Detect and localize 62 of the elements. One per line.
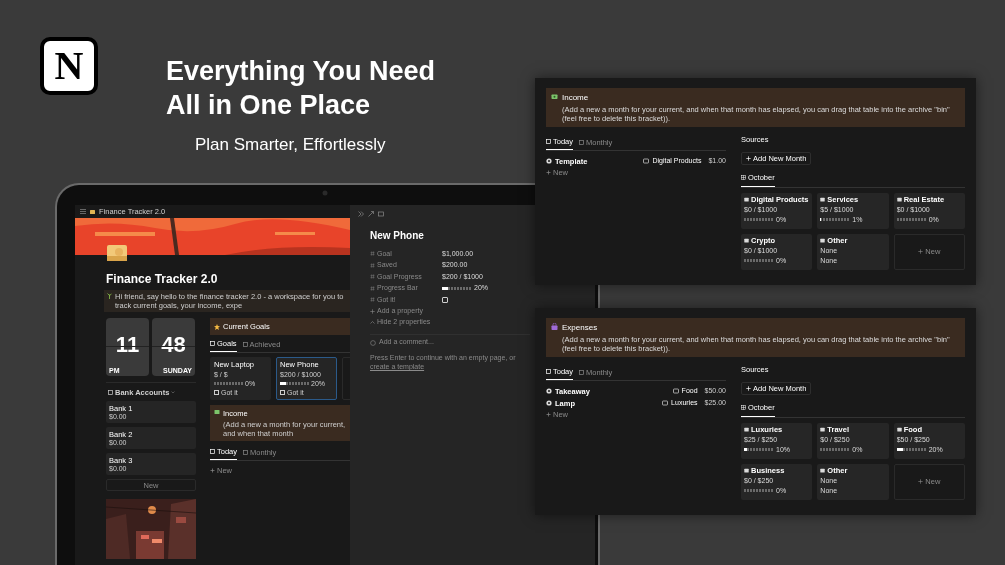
table-icon: [579, 369, 584, 375]
headline: All in One Place: [166, 89, 372, 122]
money-icon: [106, 242, 128, 264]
plus-icon: [546, 412, 551, 418]
panel-icon: [378, 211, 384, 217]
table-icon: [579, 139, 584, 145]
property-icon: [370, 274, 375, 280]
category-icon: [744, 196, 749, 202]
table-icon: [546, 369, 551, 375]
plus-icon: [918, 249, 924, 254]
category-icon: [820, 196, 826, 202]
property-icon: [370, 262, 375, 268]
page-title: Finance Tracker 2.0: [106, 273, 219, 285]
collapse-icon: [358, 211, 364, 217]
subheadline: Plan Smarter, Effortlessly: [195, 134, 386, 156]
plus-icon: [746, 156, 751, 162]
gallery-icon: [741, 405, 746, 411]
expand-icon: [368, 211, 374, 217]
gallery-icon: [741, 175, 746, 181]
property-icon: [370, 297, 375, 303]
table-icon: [210, 341, 215, 347]
plus-icon: [370, 308, 375, 314]
plus-icon: [918, 479, 924, 484]
checkbox[interactable]: [442, 296, 448, 303]
table-icon: [546, 139, 551, 145]
category-icon: [744, 467, 749, 473]
category-icon: [744, 237, 749, 243]
money-icon: [214, 408, 220, 415]
logo: N: [40, 37, 98, 95]
camera-icon: [322, 190, 328, 196]
category-icon: [820, 237, 826, 243]
plus-icon: [746, 386, 751, 392]
checkbox[interactable]: [214, 389, 219, 395]
table-icon: [210, 449, 215, 455]
bag-icon: [551, 323, 558, 330]
callout-title: Expenses: [562, 322, 599, 334]
category-icon: [820, 426, 826, 432]
avatar-icon: [370, 339, 376, 346]
checkbox[interactable]: [280, 389, 285, 395]
property-icon: [370, 285, 375, 291]
coin-icon: [546, 158, 552, 165]
peek-title: New Phone: [370, 229, 425, 243]
chevron-icon: [370, 320, 375, 325]
table-icon: [108, 390, 113, 396]
table-icon: [243, 449, 248, 455]
clock-digits: 11: [115, 334, 140, 356]
plus-icon: [210, 468, 215, 474]
property-icon: [370, 251, 375, 257]
plus-icon: [546, 170, 551, 176]
folder-icon: [90, 209, 95, 214]
sprout-icon: [107, 293, 112, 299]
money-icon: [551, 93, 558, 100]
category-icon: [896, 426, 902, 432]
headline: Everything You Need: [166, 55, 436, 88]
menu-icon: [80, 209, 86, 214]
category-icon: [744, 426, 749, 432]
star-icon: [214, 323, 220, 330]
category-icon: [896, 196, 902, 202]
callout-title: Income: [562, 92, 590, 104]
table-icon: [242, 341, 248, 347]
category-icon: [820, 467, 826, 473]
category-icon: [643, 158, 650, 165]
